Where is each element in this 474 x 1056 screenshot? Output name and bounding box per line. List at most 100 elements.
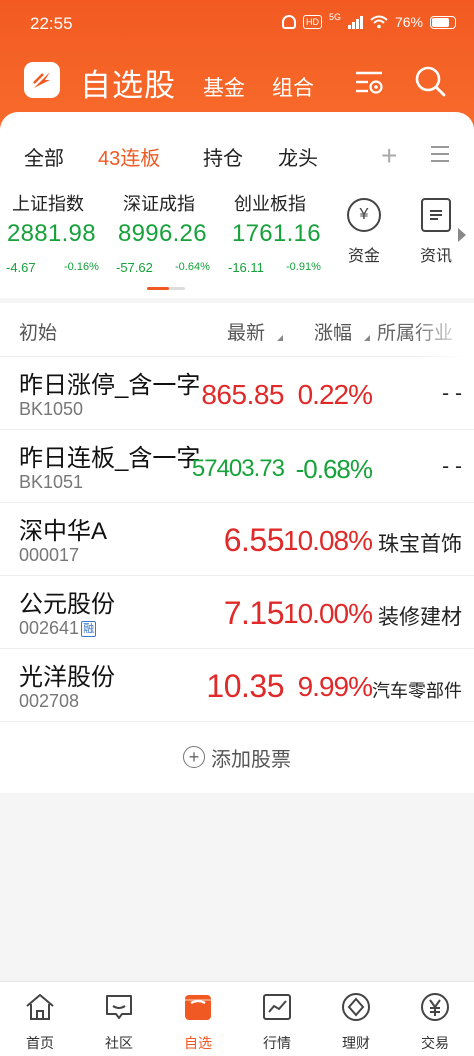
add-stock-label: 添加股票	[211, 748, 291, 771]
stock-name: 深中华A	[19, 518, 108, 545]
stock-change-pct: 10.08%	[283, 525, 373, 556]
diamond-circle-icon	[342, 993, 370, 1021]
document-icon	[421, 198, 451, 232]
watchlist-icon	[185, 995, 211, 1020]
status-bar: 22:55 HD 5G 76%	[0, 0, 474, 48]
bottom-tab-trade[interactable]: 交易	[395, 990, 474, 1053]
index-name: 创业板指	[234, 194, 306, 214]
bottom-tab-market[interactable]: 行情	[237, 990, 317, 1053]
plus-circle-icon: +	[183, 746, 205, 768]
bottom-tab-home[interactable]: 首页	[0, 990, 80, 1053]
stock-name: 公元股份	[19, 591, 115, 618]
stock-price: 865.85	[201, 379, 284, 410]
index-percent: -0.91%	[286, 261, 321, 273]
chart-icon	[263, 994, 291, 1020]
add-stock-button[interactable]: + 添加股票	[0, 721, 474, 793]
stock-code-wrap: 002641 融	[19, 618, 97, 639]
battery-icon	[430, 15, 456, 29]
tab-leaders[interactable]: 龙头	[278, 142, 318, 171]
network-label: 5G	[328, 12, 341, 22]
wifi-icon	[370, 15, 388, 29]
margin-tag: 融	[81, 621, 97, 637]
stock-change-pct: -0.68%	[295, 454, 373, 484]
group-menu-icon[interactable]	[431, 146, 449, 164]
page-indicator	[147, 287, 185, 290]
top-nav: 自选股 基金 组合	[0, 56, 474, 108]
bottom-tab-community[interactable]: 社区	[79, 990, 159, 1053]
alarm-icon	[281, 15, 296, 29]
manage-settings-icon[interactable]	[353, 68, 385, 96]
stock-change-pct: 0.22%	[297, 379, 373, 410]
bottom-tab-label: 行情	[263, 1035, 291, 1051]
scroll-right-icon[interactable]	[458, 228, 466, 242]
stock-code: 002641	[19, 618, 80, 638]
add-group-icon[interactable]: +	[381, 140, 397, 172]
stock-name: 光洋股份	[19, 664, 115, 691]
stock-code: BK1051	[19, 472, 84, 492]
status-time: 22:55	[30, 14, 73, 33]
sort-price-icon[interactable]	[277, 335, 283, 341]
table-row[interactable]: 深中华A 000017 6.55 10.08% 珠宝首饰	[0, 503, 474, 576]
stock-code: 002708	[19, 691, 80, 711]
col-initial[interactable]: 初始	[19, 318, 57, 345]
yuan-icon	[421, 993, 449, 1021]
index-change: -57.62	[116, 260, 153, 275]
funds-shortcut[interactable]: ¥ 资金	[347, 198, 381, 266]
stock-price: 57403.73	[191, 455, 285, 482]
tab-holdings[interactable]: 持仓	[203, 142, 243, 171]
battery-percent: 76%	[394, 14, 423, 30]
col-latest-price[interactable]: 最新	[227, 318, 265, 345]
bottom-tab-label: 交易	[421, 1035, 449, 1051]
stock-code: 000017	[19, 545, 80, 565]
stock-price: 10.35	[206, 668, 284, 704]
news-shortcut[interactable]: 资讯	[420, 198, 452, 266]
tab-43-limit-up[interactable]: 43连板	[98, 142, 160, 171]
search-icon[interactable]	[413, 64, 447, 98]
bottom-tab-wealth[interactable]: 理财	[316, 990, 396, 1053]
index-value: 2881.98	[7, 220, 96, 247]
table-row[interactable]: 光洋股份 002708 10.35 9.99% 汽车零部件	[0, 649, 474, 722]
app-logo	[24, 62, 60, 98]
nav-tab-combo[interactable]: 组合	[272, 72, 314, 102]
index-change: -4.67	[6, 260, 36, 275]
index-strip: 上证指数 2881.98 -4.67 -0.16% 深证成指 8996.26 -…	[0, 188, 474, 288]
tab-all[interactable]: 全部	[24, 142, 64, 171]
chat-bubble-icon	[106, 995, 132, 1019]
stock-industry: - -	[442, 455, 462, 478]
stock-price: 7.15	[223, 595, 285, 631]
table-row[interactable]: 昨日涨停_含一字 BK1050 865.85 0.22% - -	[0, 357, 474, 430]
bottom-nav: 首页 社区 自选 行情 理财 交易	[0, 981, 474, 1056]
table-row[interactable]: 公元股份 002641 融 7.15 10.00% 装修建材	[0, 576, 474, 649]
stock-industry: 珠宝首饰	[378, 533, 462, 556]
hd-icon: HD	[302, 15, 322, 29]
stock-code: BK1050	[19, 399, 84, 419]
index-value: 8996.26	[118, 220, 207, 247]
stock-name: 昨日连板_含一字	[19, 445, 201, 472]
header-fade	[414, 303, 474, 357]
stock-name: 昨日涨停_含一字	[19, 372, 201, 399]
index-percent: -0.16%	[64, 261, 99, 273]
index-change: -16.11	[228, 260, 264, 275]
bottom-tab-label: 理财	[342, 1035, 370, 1051]
app-header: 22:55 HD 5G 76% 自选股 基金 组合	[0, 0, 474, 130]
nav-tab-fund[interactable]: 基金	[203, 72, 245, 102]
bottom-tab-watchlist[interactable]: 自选	[158, 990, 238, 1053]
signal-icon	[347, 15, 363, 29]
sort-pct-icon[interactable]	[364, 335, 370, 341]
index-name: 上证指数	[12, 194, 84, 214]
yuan-circle-icon: ¥	[347, 198, 381, 232]
index-value: 1761.16	[232, 220, 321, 247]
stock-industry: - -	[442, 382, 462, 405]
stock-list: 初始 最新 涨幅 所属行业 昨日涨停_含一字 BK1050 865.85 0.2…	[0, 303, 474, 793]
bottom-tab-label: 社区	[105, 1035, 133, 1051]
news-label: 资讯	[420, 248, 453, 265]
status-icons: HD 5G 76%	[281, 12, 456, 30]
table-row[interactable]: 昨日连板_含一字 BK1051 57403.73 -0.68% - -	[0, 430, 474, 503]
nav-title-watchlist[interactable]: 自选股	[80, 60, 176, 105]
funds-label: 资金	[347, 248, 380, 265]
index-name: 深证成指	[123, 194, 195, 214]
home-icon	[26, 994, 54, 1020]
col-change-pct[interactable]: 涨幅	[314, 318, 352, 345]
bottom-tab-label: 自选	[184, 1035, 212, 1051]
group-tabs: 全部 43连板 持仓 龙头	[0, 142, 474, 182]
